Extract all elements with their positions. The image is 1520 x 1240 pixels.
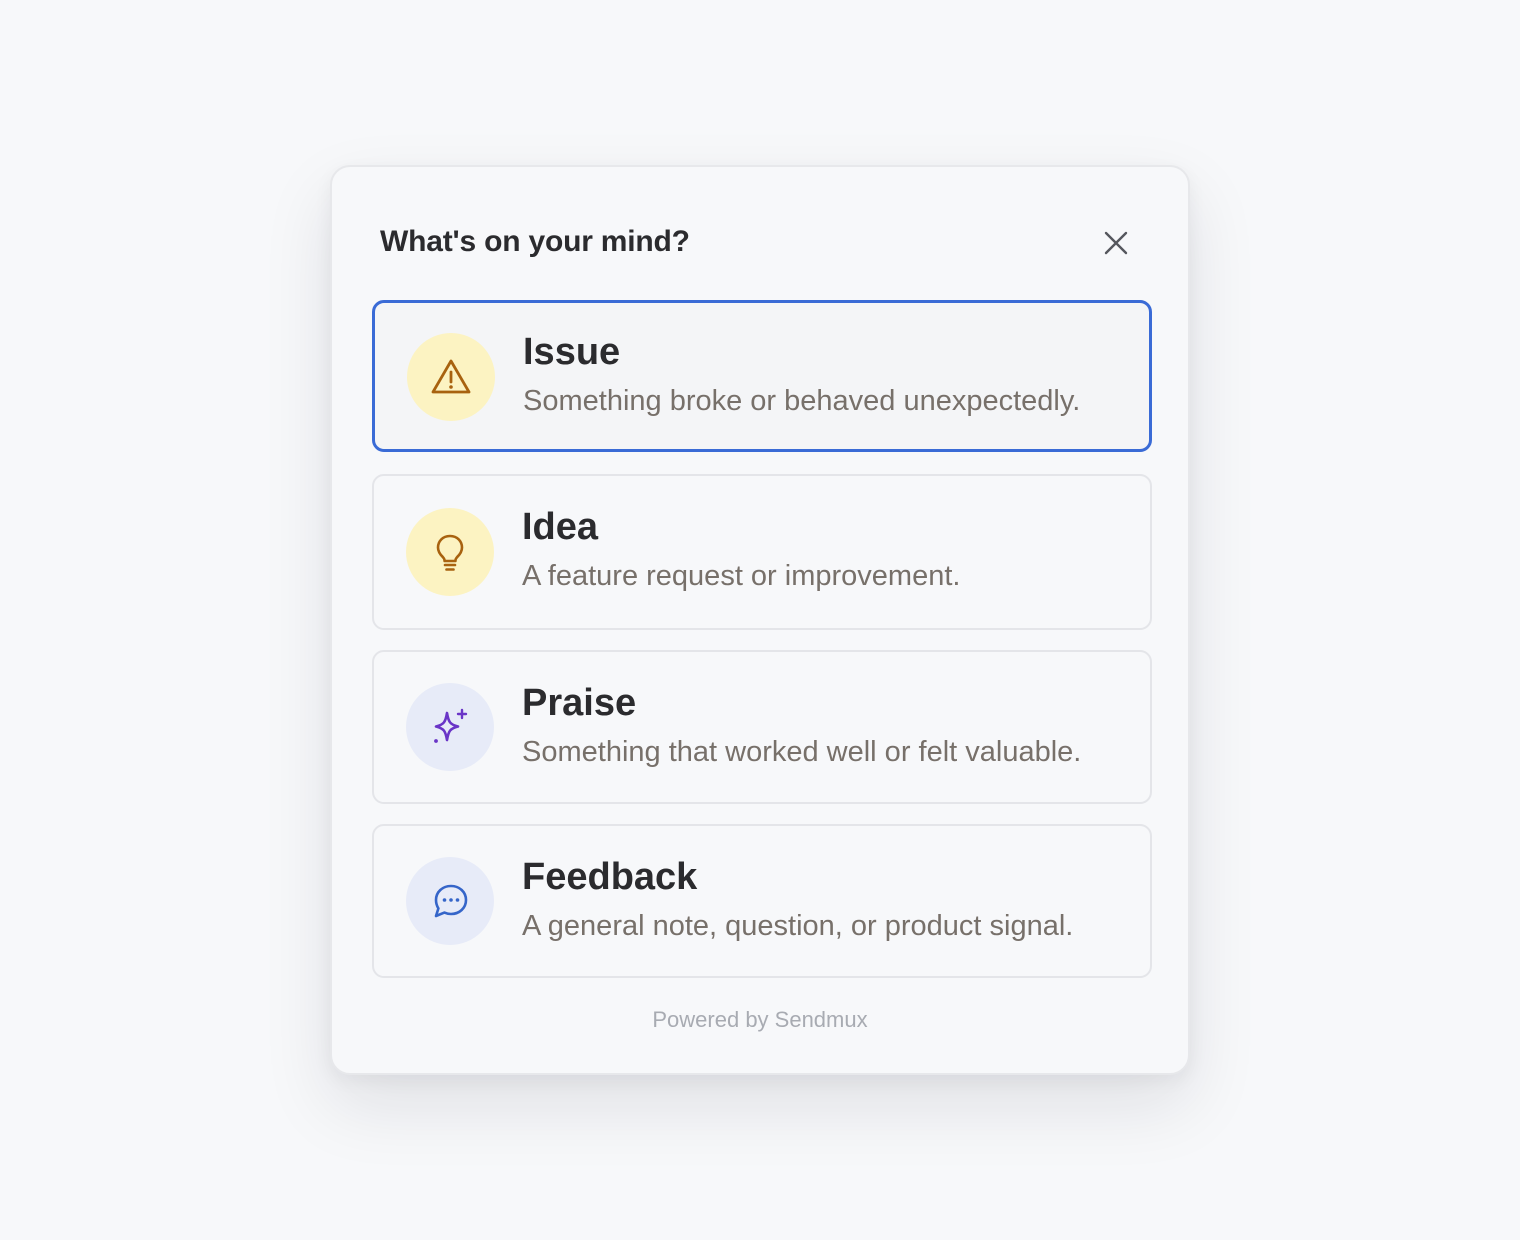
option-title: Issue bbox=[523, 331, 621, 373]
close-icon bbox=[1104, 231, 1128, 255]
option-feedback[interactable]: Feedback A general note, question, or pr… bbox=[372, 824, 1152, 978]
option-idea[interactable]: Idea A feature request or improvement. bbox=[372, 474, 1152, 630]
option-title: Feedback bbox=[522, 856, 698, 898]
option-description: A general note, question, or product sig… bbox=[522, 910, 1074, 942]
sparkle-icon bbox=[434, 708, 468, 743]
option-title: Idea bbox=[522, 506, 599, 548]
close-button[interactable] bbox=[1100, 227, 1132, 259]
option-issue[interactable]: Issue Something broke or behaved unexpec… bbox=[372, 300, 1152, 452]
option-description: A feature request or improvement. bbox=[522, 560, 961, 592]
option-description: Something broke or behaved unexpectedly. bbox=[523, 385, 1081, 417]
option-icon-badge bbox=[406, 857, 494, 945]
feedback-dialog: What's on your mind? Issue Something bro… bbox=[330, 165, 1190, 1075]
option-praise[interactable]: Praise Something that worked well or fel… bbox=[372, 650, 1152, 804]
option-icon-badge bbox=[407, 333, 495, 421]
option-icon-badge bbox=[406, 508, 494, 596]
powered-by-footer: Powered by Sendmux bbox=[652, 1007, 868, 1032]
chat-bubble-icon bbox=[434, 884, 468, 918]
lightbulb-icon bbox=[436, 534, 464, 571]
option-title: Praise bbox=[522, 682, 637, 724]
option-icon-badge bbox=[406, 683, 494, 771]
option-description: Something that worked well or felt valua… bbox=[522, 736, 1082, 768]
warning-icon bbox=[431, 359, 471, 394]
dialog-title: What's on your mind? bbox=[380, 225, 690, 258]
